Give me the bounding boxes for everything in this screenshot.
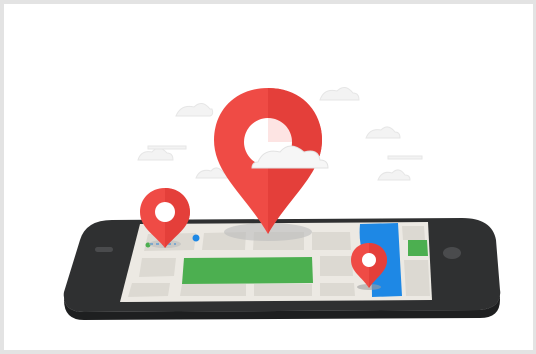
map-park-small (408, 240, 428, 256)
cloud-icon (175, 103, 214, 117)
cloud-icon (137, 147, 174, 161)
large-location-pin-icon (214, 88, 329, 234)
map-park (182, 257, 313, 284)
cloud-icon (319, 87, 360, 101)
map-route-dot (192, 234, 200, 242)
cloud-icon (377, 169, 411, 181)
cloud-icon (387, 155, 423, 160)
cloud-icon (147, 145, 187, 150)
phone-home-button (443, 247, 461, 259)
cloud-icon (365, 126, 401, 139)
smartphone-map-illustration (63, 87, 501, 320)
phone-speaker (95, 247, 113, 252)
